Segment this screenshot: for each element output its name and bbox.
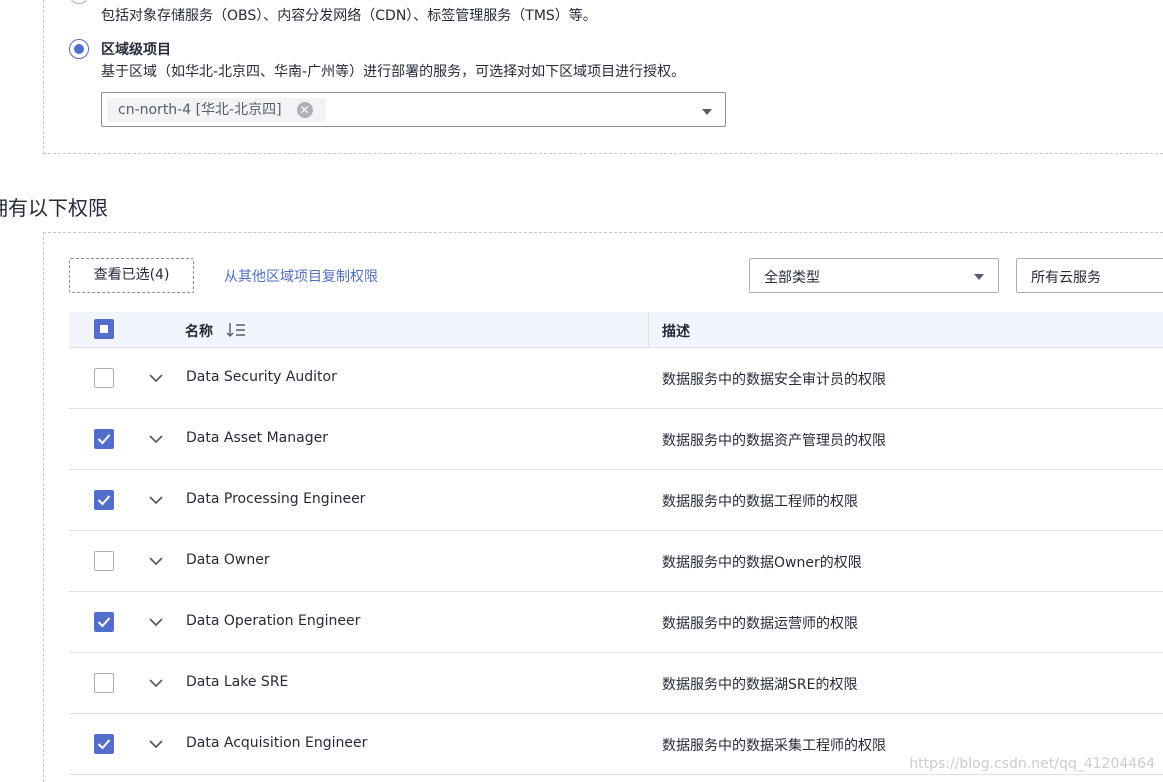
- region-scope-description: 基于区域（如华北-北京四、华南-广州等）进行部署的服务，可选择对如下区域项目进行…: [101, 64, 686, 80]
- row-checkbox[interactable]: [94, 490, 114, 510]
- row-checkbox[interactable]: [94, 673, 114, 693]
- region-tag-label: cn-north-4 [华北-北京四]: [118, 102, 282, 118]
- global-scope-description: 包括对象存储服务（OBS）、内容分发网络（CDN）、标签管理服务（TMS）等。: [101, 8, 597, 24]
- chevron-down-icon[interactable]: [148, 736, 164, 752]
- row-checkbox[interactable]: [94, 368, 114, 388]
- permissions-table: 名称 描述 Data Security Auditor 数据服务中的数据安全审计员…: [69, 312, 1163, 775]
- row-checkbox[interactable]: [94, 429, 114, 449]
- close-icon[interactable]: ✕: [296, 102, 313, 118]
- row-description: 数据服务中的数据安全审计员的权限: [662, 372, 886, 388]
- check-icon: [97, 617, 111, 628]
- region-scope-title: 区域级项目: [101, 42, 171, 58]
- radio-selected-dot: [74, 44, 84, 54]
- service-filter-select[interactable]: 所有云服务: [1016, 258, 1163, 293]
- row-checkbox[interactable]: [94, 734, 114, 754]
- row-description: 数据服务中的数据Owner的权限: [662, 555, 862, 571]
- column-divider: [648, 312, 649, 347]
- region-multiselect[interactable]: cn-north-4 [华北-北京四] ✕: [101, 92, 726, 127]
- table-header: 名称 描述: [69, 312, 1163, 348]
- chevron-down-icon[interactable]: [148, 431, 164, 447]
- table-row: Data Processing Engineer 数据服务中的数据工程师的权限: [69, 470, 1163, 531]
- copy-permissions-link[interactable]: 从其他区域项目复制权限: [224, 266, 378, 286]
- chevron-down-icon[interactable]: [148, 675, 164, 691]
- row-checkbox[interactable]: [94, 551, 114, 571]
- check-icon: [97, 434, 111, 445]
- row-name: Data Operation Engineer: [186, 613, 361, 629]
- region-scope-radio[interactable]: [69, 39, 89, 59]
- table-row: Data Operation Engineer 数据服务中的数据运营师的权限: [69, 592, 1163, 653]
- section-title: 拥有以下权限: [0, 196, 108, 220]
- row-description: 数据服务中的数据资产管理员的权限: [662, 433, 886, 449]
- select-all-checkbox[interactable]: [94, 319, 114, 339]
- row-name: Data Owner: [186, 552, 270, 568]
- row-name: Data Security Auditor: [186, 369, 337, 385]
- global-scope-radio[interactable]: [69, 0, 89, 4]
- chevron-down-icon[interactable]: [148, 553, 164, 569]
- row-description: 数据服务中的数据工程师的权限: [662, 494, 858, 510]
- table-row: Data Lake SRE 数据服务中的数据湖SRE的权限: [69, 653, 1163, 714]
- table-body: Data Security Auditor 数据服务中的数据安全审计员的权限 Dat…: [69, 348, 1163, 775]
- watermark: https://blog.csdn.net/qq_41204464: [909, 756, 1155, 772]
- check-icon: [97, 739, 111, 750]
- row-name: Data Acquisition Engineer: [186, 735, 368, 751]
- column-header-description: 描述: [662, 324, 690, 340]
- table-row: Data Security Auditor 数据服务中的数据安全审计员的权限: [69, 348, 1163, 409]
- type-filter-select[interactable]: 全部类型: [749, 258, 999, 293]
- row-description: 数据服务中的数据采集工程师的权限: [662, 738, 886, 754]
- row-name: Data Lake SRE: [186, 674, 289, 690]
- column-header-name: 名称: [185, 324, 213, 340]
- service-filter-value: 所有云服务: [1031, 270, 1101, 286]
- table-row: Data Asset Manager 数据服务中的数据资产管理员的权限: [69, 409, 1163, 470]
- table-row: Data Owner 数据服务中的数据Owner的权限: [69, 531, 1163, 592]
- row-description: 数据服务中的数据湖SRE的权限: [662, 677, 858, 693]
- view-selected-button[interactable]: 查看已选(4): [69, 258, 194, 293]
- row-name: Data Processing Engineer: [186, 491, 366, 507]
- row-checkbox[interactable]: [94, 612, 114, 632]
- row-name: Data Asset Manager: [186, 430, 328, 446]
- chevron-down-icon[interactable]: [148, 492, 164, 508]
- region-tag: cn-north-4 [华北-北京四] ✕: [107, 98, 326, 122]
- row-description: 数据服务中的数据运营师的权限: [662, 616, 858, 632]
- sort-icon[interactable]: [226, 322, 246, 338]
- check-icon: [97, 495, 111, 506]
- type-filter-value: 全部类型: [764, 270, 820, 286]
- chevron-down-icon: [974, 274, 984, 280]
- chevron-down-icon[interactable]: [148, 614, 164, 630]
- chevron-down-icon[interactable]: [148, 370, 164, 386]
- chevron-down-icon: [702, 109, 712, 115]
